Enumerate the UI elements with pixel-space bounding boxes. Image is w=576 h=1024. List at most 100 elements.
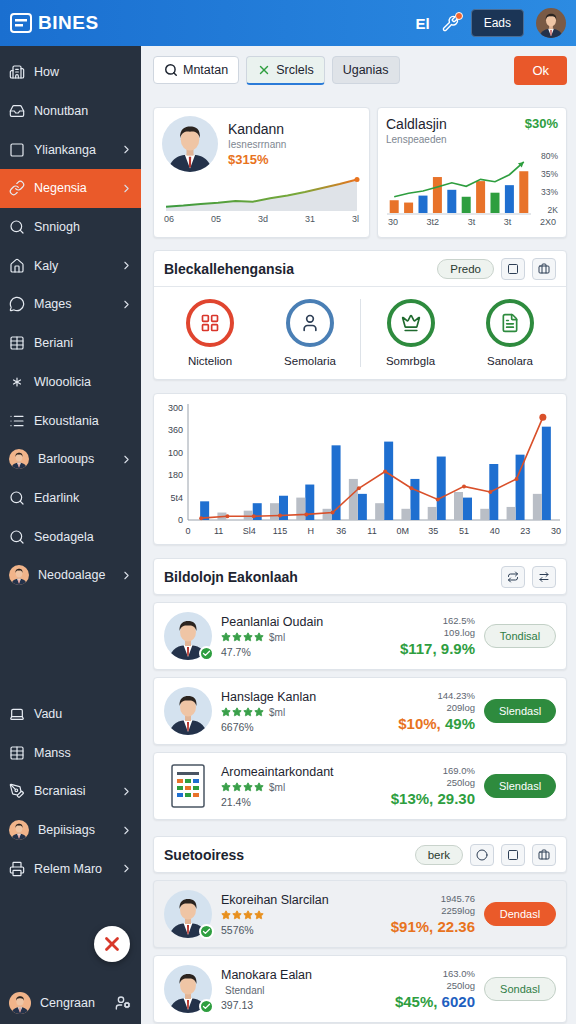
rating: $ml	[221, 781, 382, 794]
list-row[interactable]: Hanslage Kanlan$ml6676%144.23%209log$10%…	[153, 677, 567, 745]
sidebar-item[interactable]: Relem Maro	[0, 849, 141, 888]
chart-point	[278, 514, 282, 518]
chart-bar	[476, 181, 485, 213]
sidebar-label: Neodoalage	[38, 568, 111, 582]
card-title: Kandann	[228, 121, 286, 137]
row-action-button[interactable]: Slendasl	[484, 774, 556, 798]
kpi-card: KandannIesnesrrnann$315%06053d313l	[153, 107, 370, 238]
category-label: Semolaria	[284, 355, 336, 367]
row-name: Manokara Ealan	[221, 968, 386, 982]
axis-label: 51	[459, 526, 469, 536]
category-item[interactable]: Somrbgla	[360, 299, 460, 367]
chart-bar	[491, 193, 500, 213]
rating: Stendanl	[221, 984, 386, 997]
main: MntatanSrclelsUganias Ok KandannIesnesrrna…	[141, 46, 576, 1024]
list-row[interactable]: Peanlanlai Oudain$ml47.7%162.5%109.log$1…	[153, 602, 567, 670]
sidebar-item[interactable]: Mages	[0, 285, 141, 324]
sidebar-item[interactable]: Neodoalage	[0, 556, 141, 595]
logo-text: BINES	[38, 12, 99, 34]
close-button[interactable]	[94, 926, 130, 962]
logo: BINES	[10, 12, 99, 34]
sidebar-item[interactable]: Yliankanga	[0, 130, 141, 169]
chevron-right-icon	[120, 569, 133, 582]
toolbar-tab[interactable]: Uganias	[332, 56, 400, 84]
row-action-button[interactable]: Sondasl	[484, 977, 556, 1001]
sidebar-item[interactable]: Bepiisiags	[0, 811, 141, 850]
toolbar-tab[interactable]: Mntatan	[153, 56, 239, 84]
chart-bar	[533, 494, 542, 520]
view-button[interactable]	[501, 844, 525, 866]
sidebar-item[interactable]: Wlooolicia	[0, 363, 141, 402]
app: BINES El Eads HowNonutbanYliankangaNegensia…	[0, 0, 576, 1024]
axis-label: 3t	[468, 217, 476, 227]
star-icon	[232, 632, 242, 642]
category-item[interactable]: Sanolara	[460, 299, 560, 367]
sidebar-item[interactable]: Beriani	[0, 324, 141, 363]
axis-label: 0	[185, 526, 190, 536]
axis-tick: 300	[168, 403, 183, 413]
sidebar-item[interactable]: Bcraniasi	[0, 772, 141, 811]
sidebar-item[interactable]: Edarlink	[0, 479, 141, 518]
row-action-button[interactable]: Slendasl	[484, 699, 556, 723]
briefcase-button[interactable]	[532, 258, 556, 280]
row-amount: $13%, 29.30	[391, 790, 475, 807]
swap-button[interactable]	[532, 566, 556, 588]
sidebar-item[interactable]: Ekoustlania	[0, 401, 141, 440]
menu-icon	[9, 64, 25, 80]
verified-icon	[199, 646, 214, 661]
account-button[interactable]: Eads	[471, 9, 524, 37]
menu-icon	[9, 745, 25, 761]
category-item[interactable]: Semolaria	[260, 299, 360, 367]
tools-button[interactable]	[442, 15, 459, 32]
section-button[interactable]: berk	[415, 845, 463, 865]
sidebar-item[interactable]: Barlooups	[0, 440, 141, 479]
category-item[interactable]: Nictelion	[160, 299, 260, 367]
sidebar-user[interactable]: Cengraan	[0, 986, 141, 1024]
sidebar-label: Barlooups	[38, 452, 111, 466]
chart-bar	[401, 509, 410, 520]
sidebar-item[interactable]: Snniogh	[0, 208, 141, 247]
user-name: Cengraan	[40, 996, 106, 1010]
close-icon	[257, 63, 271, 77]
card-value: $30%	[525, 116, 558, 131]
repeat-button[interactable]	[501, 566, 525, 588]
sidebar-item[interactable]: Vadu	[0, 695, 141, 734]
sidebar-item[interactable]: How	[0, 53, 141, 92]
list-section: Bildolojn EakonlaahPeanlanlai Oudain$ml4…	[153, 558, 567, 820]
sidebar-item[interactable]: Negensia	[0, 169, 141, 208]
chart-line	[199, 414, 546, 520]
axis-label: Sl4	[243, 526, 256, 536]
rating	[221, 909, 382, 922]
list-row[interactable]: Aromeaintarkondant$ml21.4%169.0%250log$1…	[153, 752, 567, 820]
sidebar-item[interactable]: Manss	[0, 733, 141, 772]
star-icon	[243, 707, 253, 717]
view-button[interactable]	[501, 258, 525, 280]
square-icon	[507, 849, 519, 861]
card-subtitle: Lenspeaeden	[386, 134, 447, 145]
list-row[interactable]: Ekoreihan Slarcilan5576%1945.762259log$9…	[153, 880, 567, 948]
briefcase-icon	[538, 849, 550, 861]
shortcut[interactable]: El	[415, 15, 429, 32]
row-action-button[interactable]: Dendasl	[484, 902, 556, 926]
section-button[interactable]: Predo	[437, 259, 494, 279]
axis-label: 11	[367, 526, 376, 536]
star-icon	[243, 632, 253, 642]
chart-point	[383, 469, 387, 473]
row-stat: 144.23%	[437, 690, 475, 701]
axis-label: 11	[214, 526, 223, 536]
sidebar-item[interactable]: Nonutban	[0, 92, 141, 131]
rating-label: $ml	[269, 782, 285, 793]
star-icon	[221, 632, 231, 642]
sidebar-item[interactable]: Kaly	[0, 246, 141, 285]
toolbar-tab[interactable]: Srclels	[246, 56, 325, 85]
sidebar-item[interactable]: Seodagela	[0, 517, 141, 556]
circle-button[interactable]	[470, 844, 494, 866]
trend-arrow	[518, 162, 524, 168]
ok-button[interactable]: Ok	[514, 56, 567, 85]
chart-bar	[404, 203, 413, 213]
briefcase-button[interactable]	[532, 844, 556, 866]
star-icon	[254, 707, 264, 717]
list-row[interactable]: Manokara EalanStendanl397.13163.0%250log…	[153, 955, 567, 1023]
axis-label: H	[307, 526, 314, 536]
row-action-button[interactable]: Tondisal	[484, 624, 556, 648]
